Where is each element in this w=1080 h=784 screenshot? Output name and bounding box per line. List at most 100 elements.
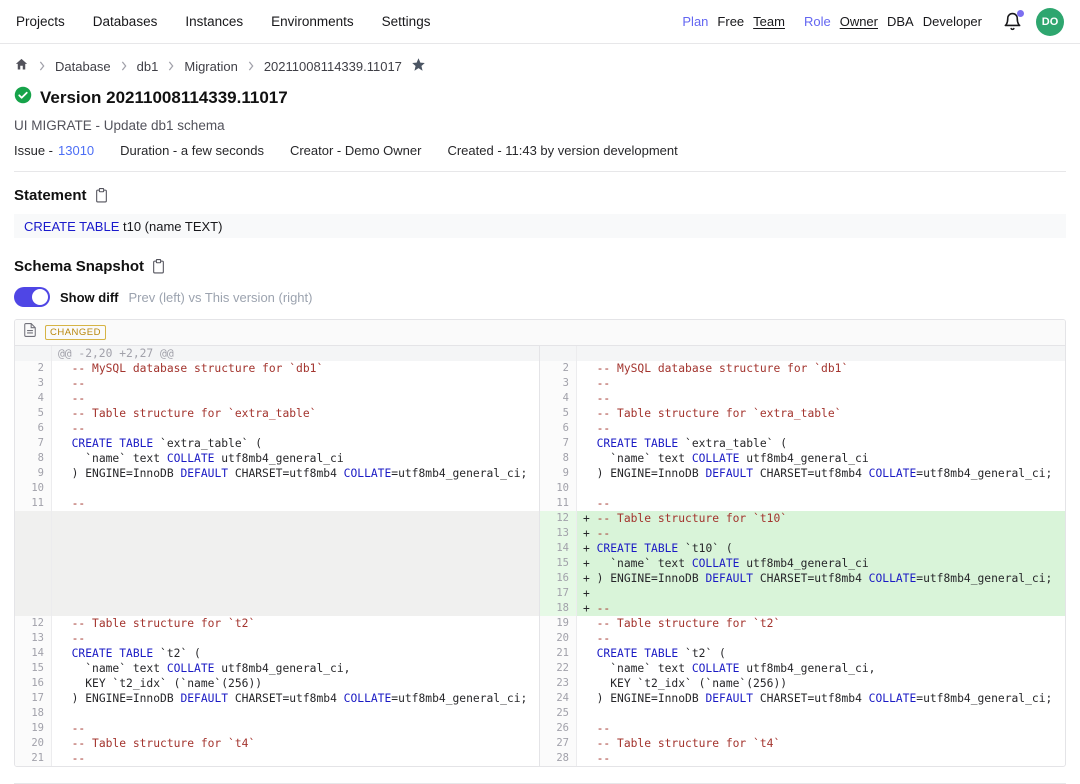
line-number: 14 [15,646,52,661]
line-number: 15 [540,556,577,571]
nav-item-databases[interactable]: Databases [93,14,158,29]
diff-row: 2 -- MySQL database structure for `db1` [540,361,1065,376]
code-line: + ) ENGINE=InnoDB DEFAULT CHARSET=utf8mb… [577,571,1065,586]
success-check-icon [14,86,32,109]
nav-item-environments[interactable]: Environments [271,14,354,29]
code-line [577,481,1065,496]
code-line: -- [577,391,1065,406]
chevron-right-icon [38,61,46,71]
code-line: -- [577,631,1065,646]
diff-row: 7 CREATE TABLE `extra_table` ( [540,436,1065,451]
line-number: 12 [540,511,577,526]
breadcrumb-database[interactable]: Database [55,59,111,74]
diff-row: 21 -- [15,751,539,766]
code-line: -- Table structure for `t4` [52,736,539,751]
diff-hint: Prev (left) vs This version (right) [129,290,313,305]
copy-statement-button[interactable] [95,188,108,203]
code-line: -- Table structure for `extra_table` [52,406,539,421]
line-number: 16 [540,571,577,586]
diff-row: 7 CREATE TABLE `extra_table` ( [15,436,539,451]
breadcrumb-migration[interactable]: Migration [184,59,237,74]
breadcrumb-version[interactable]: 20211008114339.11017 [264,59,402,74]
code-line: ) ENGINE=InnoDB DEFAULT CHARSET=utf8mb4 … [577,691,1065,706]
diff-row: 13 -- [15,631,539,646]
diff-row: 19 -- [15,721,539,736]
changed-badge: CHANGED [45,325,106,340]
diff-row: 16+ ) ENGINE=InnoDB DEFAULT CHARSET=utf8… [540,571,1065,586]
diff-row: 10 [540,481,1065,496]
line-number: 8 [540,451,577,466]
nav-item-instances[interactable]: Instances [185,14,243,29]
notification-bell-button[interactable] [1003,12,1023,32]
role-label[interactable]: Role [804,14,831,29]
code-line [577,346,1065,361]
code-line: -- Table structure for `t2` [52,616,539,631]
top-nav: Projects Databases Instances Environment… [0,0,1080,44]
role-developer: Developer [923,14,982,29]
nav-item-settings[interactable]: Settings [382,14,431,29]
diff-row: 8 `name` text COLLATE utf8mb4_general_ci [15,451,539,466]
diff-pane-previous: @@ -2,20 +2,27 @@2 -- MySQL database str… [15,346,540,766]
show-diff-label: Show diff [60,290,119,305]
code-line: + -- [577,526,1065,541]
breadcrumb: Database db1 Migration 20211008114339.11… [14,57,1066,75]
snapshot-heading: Schema Snapshot [14,258,144,275]
notification-dot [1017,10,1024,17]
home-icon[interactable] [14,57,29,75]
sql-keyword: CREATE TABLE [24,219,119,234]
meta-issue: Issue - 13010 [14,143,94,158]
diff-row: 17+ [540,586,1065,601]
show-diff-toggle[interactable] [14,287,50,307]
meta-duration: Duration - a few seconds [120,143,264,158]
line-number: 20 [15,736,52,751]
copy-snapshot-button[interactable] [152,259,165,274]
diff-row: 26 -- [540,721,1065,736]
code-line: -- [52,421,539,436]
nav-item-projects[interactable]: Projects [16,14,65,29]
breadcrumb-db1[interactable]: db1 [137,59,159,74]
code-line: -- [52,496,539,511]
plan-label[interactable]: Plan [682,14,708,29]
diff-toggle-row: Show diff Prev (left) vs This version (r… [14,287,1066,307]
diff-row: 22 `name` text COLLATE utf8mb4_general_c… [540,661,1065,676]
line-number: 9 [540,466,577,481]
diff-row: 15+ `name` text COLLATE utf8mb4_general_… [540,556,1065,571]
line-number: 25 [540,706,577,721]
diff-row: 25 [540,706,1065,721]
code-line: -- [577,496,1065,511]
snapshot-section-head: Schema Snapshot [14,258,1066,275]
line-number: 10 [15,481,52,496]
toggle-knob [32,289,48,305]
line-number: 2 [15,361,52,376]
code-line: + CREATE TABLE `t10` ( [577,541,1065,556]
meta-creator: Creator - Demo Owner [290,143,421,158]
line-number: 6 [540,421,577,436]
version-title-row: Version 20211008114339.11017 [14,86,1066,109]
line-number: 14 [540,541,577,556]
statement-section-head: Statement [14,187,1066,204]
diff-row: 13+ -- [540,526,1065,541]
line-number: 2 [540,361,577,376]
line-number: 19 [15,721,52,736]
diff-row [15,511,539,616]
favorite-star-icon[interactable] [411,57,426,75]
page-content: Database db1 Migration 20211008114339.11… [0,57,1080,784]
plan-team-link[interactable]: Team [753,14,785,29]
code-line: ) ENGINE=InnoDB DEFAULT CHARSET=utf8mb4 … [52,466,539,481]
code-line: + -- Table structure for `t10` [577,511,1065,526]
line-number: 12 [15,616,52,631]
diff-row: 14 CREATE TABLE `t2` ( [15,646,539,661]
code-line: -- [52,376,539,391]
code-line: -- [577,751,1065,766]
code-line: -- MySQL database structure for `db1` [577,361,1065,376]
diff-row: 4 -- [15,391,539,406]
meta-created: Created - 11:43 by version development [447,143,677,158]
line-number: 5 [15,406,52,421]
issue-link[interactable]: 13010 [58,143,94,158]
diff-row: 15 `name` text COLLATE utf8mb4_general_c… [15,661,539,676]
chevron-right-icon [247,61,255,71]
role-owner-link[interactable]: Owner [840,14,878,29]
user-avatar[interactable]: DO [1036,8,1064,36]
code-line: -- MySQL database structure for `db1` [52,361,539,376]
line-number: 28 [540,751,577,766]
